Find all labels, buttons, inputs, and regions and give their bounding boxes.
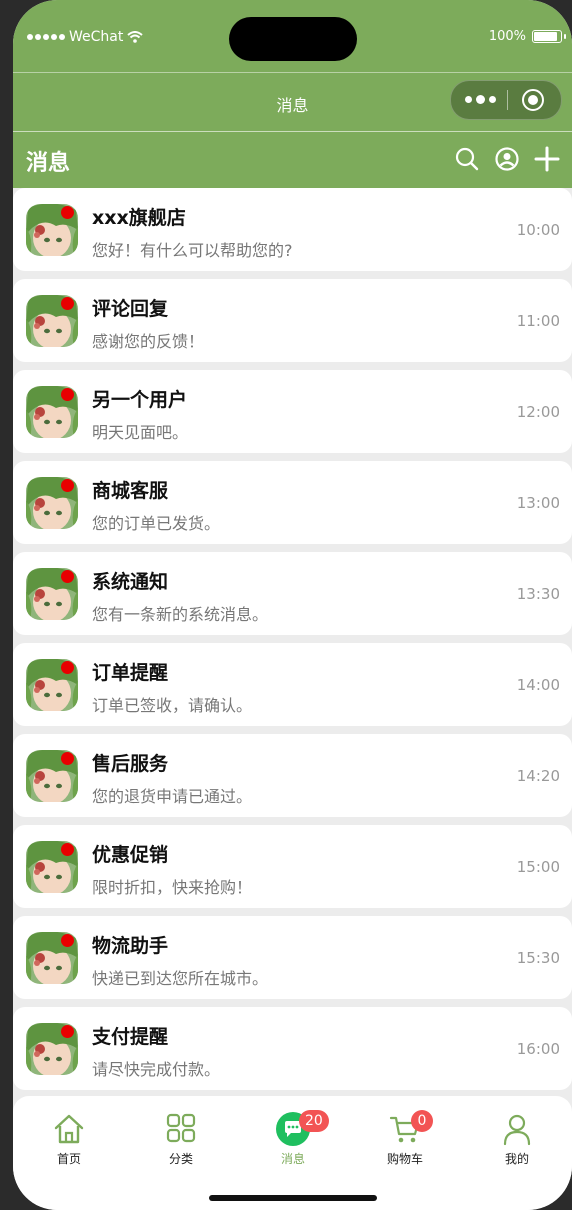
unread-dot [61,388,74,401]
dynamic-island [229,17,357,61]
tab-label: 我的 [504,1152,529,1166]
message-item[interactable]: 订单提醒 订单已签收，请确认。 14:00 [13,643,572,726]
battery-label: 100% [488,29,526,44]
tab-label: 购物车 [386,1152,423,1166]
unread-dot [61,206,74,219]
message-preview: 限时折扣，快来抢购！ [92,878,253,897]
tab-home[interactable]: 首页 [13,1112,125,1167]
contact-name: 商城客服 [92,480,169,502]
page-title: 消息 [26,151,71,176]
more-icon[interactable] [465,95,496,104]
tab-label: 首页 [56,1152,81,1166]
message-preview: 订单已签收，请确认。 [92,696,253,715]
capsule-divider [507,90,508,110]
unread-dot [61,934,74,947]
tab-label: 消息 [280,1152,305,1166]
message-preview: 感谢您的反馈！ [92,332,205,351]
capsule-menu [450,80,562,120]
tab-bar: 首页 分类 消息 20 购物车 0 我的 [13,1096,572,1210]
tab-profile[interactable]: 我的 [461,1112,572,1167]
message-time: 13:30 [516,585,560,603]
home-indicator [209,1195,377,1201]
message-item[interactable]: 商城客服 您的订单已发货。 13:00 [13,461,572,544]
message-item[interactable]: 另一个用户 明天见面吧。 12:00 [13,370,572,453]
message-item[interactable]: 物流助手 快递已到达您所在城市。 15:30 [13,916,572,999]
message-time: 10:00 [516,221,560,239]
contact-name: 支付提醒 [92,1026,169,1048]
status-right: 100% [488,29,566,44]
close-target-icon[interactable] [522,89,544,111]
unread-dot [61,661,74,674]
message-item[interactable]: 评论回复 感谢您的反馈！ 11:00 [13,279,572,362]
plus-icon[interactable] [534,146,560,172]
tab-messages[interactable]: 消息 20 [237,1110,349,1167]
message-time: 15:30 [516,949,560,967]
count-badge: 0 [411,1110,433,1132]
status-left: WeChat [27,29,144,45]
wifi-icon [127,31,144,43]
contact-name: 另一个用户 [92,389,188,411]
unread-dot [61,297,74,310]
contact-name: 评论回复 [92,298,169,320]
message-time: 14:00 [516,676,560,694]
unread-dot [61,570,74,583]
message-preview: 快递已到达您所在城市。 [92,969,269,988]
home-icon [52,1112,86,1146]
contact-name: 优惠促销 [92,844,169,866]
unread-dot [61,752,74,765]
message-time: 15:00 [516,858,560,876]
message-preview: 您的退货申请已通过。 [92,787,253,806]
tab-category[interactable]: 分类 [125,1112,237,1167]
tab-label: 分类 [168,1152,193,1166]
count-badge: 20 [299,1110,329,1132]
contact-name: xxx旗舰店 [92,207,186,229]
unread-dot [61,479,74,492]
message-time: 11:00 [516,312,560,330]
message-preview: 您的订单已发货。 [92,514,221,533]
message-time: 13:00 [516,494,560,512]
message-time: 16:00 [516,1040,560,1058]
unread-dot [61,1025,74,1038]
contact-name: 售后服务 [92,753,169,775]
person-icon [500,1112,534,1146]
page-header: 消息 [13,130,572,188]
header-actions [454,146,560,172]
user-circle-icon[interactable] [494,146,520,172]
message-item[interactable]: xxx旗舰店 您好！有什么可以帮助您的? 10:00 [13,188,572,271]
contact-name: 物流助手 [92,935,169,957]
message-item[interactable]: 售后服务 您的退货申请已通过。 14:20 [13,734,572,817]
unread-dot [61,843,74,856]
grid-icon [164,1112,198,1146]
top-bar: WeChat 100% 消息 消息 [13,0,572,188]
message-preview: 明天见面吧。 [92,423,189,442]
message-preview: 请尽快完成付款。 [92,1060,221,1079]
message-item[interactable]: 支付提醒 请尽快完成付款。 16:00 [13,1007,572,1090]
message-item[interactable]: 优惠促销 限时折扣，快来抢购！ 15:00 [13,825,572,908]
mini-program-nav: 消息 [13,72,572,132]
carrier-label: WeChat [69,29,124,45]
contact-name: 系统通知 [92,571,169,593]
message-item[interactable]: 系统通知 您有一条新的系统消息。 13:30 [13,552,572,635]
contact-name: 订单提醒 [92,662,169,684]
message-preview: 您好！有什么可以帮助您的? [92,241,293,260]
signal-icon [27,34,65,40]
tab-cart[interactable]: 购物车 0 [349,1110,461,1167]
message-time: 14:20 [516,767,560,785]
search-icon[interactable] [454,146,480,172]
message-preview: 您有一条新的系统消息。 [92,605,269,624]
message-time: 12:00 [516,403,560,421]
battery-icon [532,30,566,43]
phone-screen: WeChat 100% 消息 消息 xxx旗舰店 您好！有什么可以帮助您的? 1… [13,0,572,1210]
